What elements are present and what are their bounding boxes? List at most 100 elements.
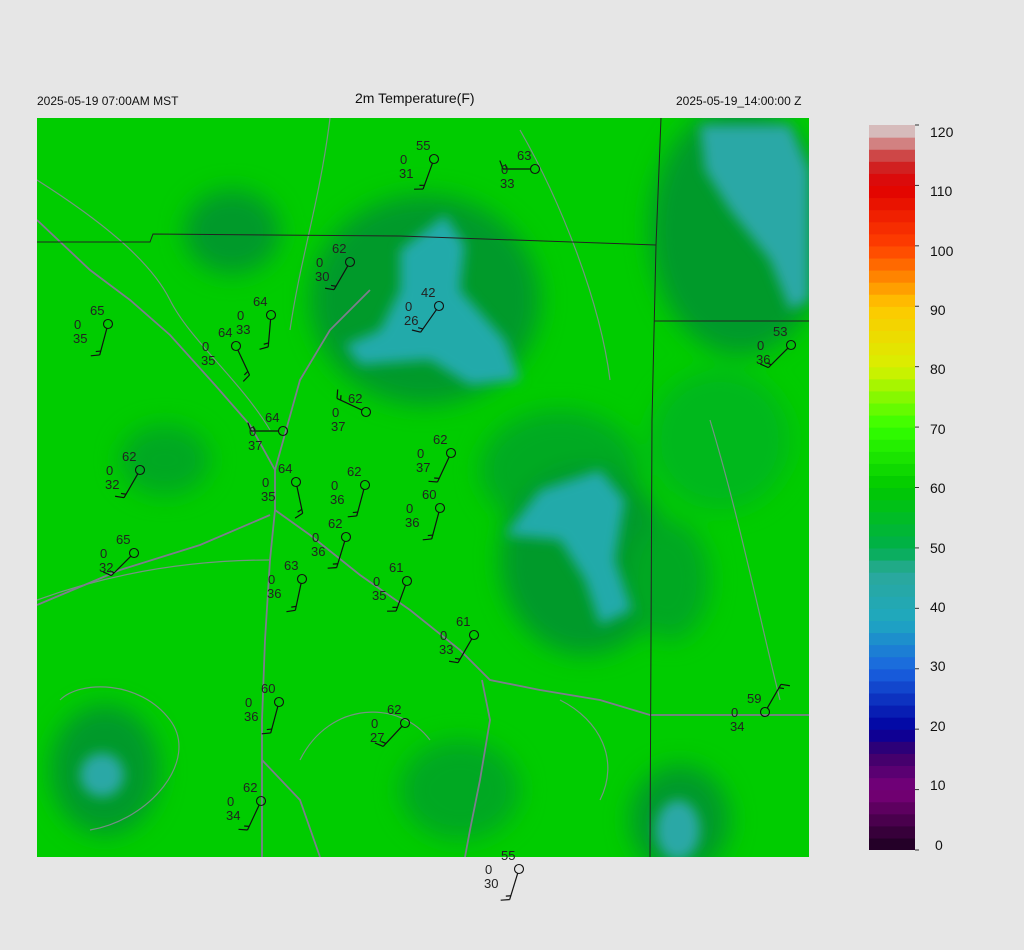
station-cloud-cover: 0: [485, 862, 492, 877]
colorbar-band: [869, 705, 915, 718]
colorbar-label-80: 80: [930, 361, 946, 377]
station-temperature: 62: [387, 702, 401, 717]
station-cloud-cover: 0: [440, 628, 447, 643]
colorbar-band: [869, 644, 915, 658]
station-temperature: 61: [456, 614, 470, 629]
station-dewpoint: 33: [236, 322, 250, 337]
colorbar-band: [869, 451, 915, 464]
wind-barb-half-flag: [427, 534, 433, 537]
colorbar-label-70: 70: [930, 421, 946, 437]
station-temperature: 55: [501, 848, 515, 863]
station-temperature: 60: [422, 487, 436, 502]
colorbar-ticks: [915, 124, 919, 851]
colorbar-band: [869, 185, 915, 199]
station-cloud-cover: 0: [262, 475, 269, 490]
station-temperature: 59: [747, 691, 761, 706]
colorbar-band: [869, 837, 915, 850]
colorbar-band: [869, 245, 915, 259]
station-dewpoint: 32: [105, 477, 119, 492]
colorbar-band: [869, 717, 915, 730]
colorbar-label-100: 100: [930, 243, 954, 259]
station-temperature: 60: [261, 681, 275, 696]
station-temperature: 62: [328, 516, 342, 531]
colorbar-band: [869, 765, 915, 779]
station-cloud-cover: 0: [268, 572, 275, 587]
wind-barb-flag: [428, 480, 438, 483]
station-temperature: 65: [90, 303, 104, 318]
colorbar-band: [869, 511, 915, 525]
colorbar-band: [869, 668, 915, 682]
colorbar-band: [869, 523, 915, 537]
colorbar-band: [869, 233, 915, 247]
station-cloud-cover: 0: [332, 405, 339, 420]
colorbar-band: [869, 197, 915, 211]
station-cloud-cover: 0: [406, 501, 413, 516]
station-dewpoint: 36: [267, 586, 281, 601]
station-dewpoint: 35: [261, 489, 275, 504]
colorbar-band: [869, 753, 915, 767]
station-dewpoint: 33: [439, 642, 453, 657]
station-dewpoint: 37: [416, 460, 430, 475]
station-dewpoint: 33: [500, 176, 514, 191]
colorbar-band: [869, 161, 915, 174]
wind-barb-flag: [500, 899, 510, 901]
colorbar-band: [869, 427, 915, 440]
colorbar-band: [869, 402, 915, 416]
station-dewpoint: 34: [730, 719, 744, 734]
colorbar-band: [869, 813, 915, 827]
station-temperature: 64: [253, 294, 267, 309]
colorbar-band: [869, 801, 915, 815]
wind-barb-half-flag: [330, 284, 337, 287]
station-temperature: 42: [421, 285, 435, 300]
colorbar-band: [869, 777, 915, 791]
colorbar-band: [869, 608, 915, 622]
station-cloud-cover: 0: [405, 299, 412, 314]
colorbar-band: [869, 499, 915, 513]
station-temperature: 62: [347, 464, 361, 479]
wind-barb-half-flag: [95, 350, 101, 353]
station-dewpoint: 36: [756, 352, 770, 367]
colorbar-label-110: 110: [930, 183, 953, 199]
station-dewpoint: 36: [311, 544, 325, 559]
colorbar-band: [869, 221, 915, 235]
wind-barb-flag: [336, 389, 339, 399]
station-temperature: 62: [348, 391, 362, 406]
colorbar-label-10: 10: [930, 777, 946, 793]
colorbar-band: [869, 137, 915, 150]
station-temperature: 62: [122, 449, 136, 464]
colorbar-band: [869, 632, 915, 646]
colorbar-band: [869, 463, 915, 477]
station-dewpoint: 35: [372, 588, 386, 603]
colorbar-band: [869, 330, 915, 344]
station-dewpoint: 36: [330, 492, 344, 507]
colorbar-band: [869, 547, 915, 561]
wind-barb-flag: [238, 828, 248, 831]
colorbar-band: [869, 173, 915, 187]
colorbar-label-0: 0: [935, 837, 943, 853]
station-cloud-cover: 0: [400, 152, 407, 167]
colorbar-band: [869, 306, 915, 319]
colorbar-band: [869, 656, 915, 670]
wind-barb-half-flag: [266, 728, 272, 731]
station-temperature: 53: [773, 324, 787, 339]
station-cloud-cover: 0: [245, 695, 252, 710]
colorbar-label-60: 60: [930, 480, 946, 496]
station-cloud-cover: 0: [316, 255, 323, 270]
colorbar-band: [869, 789, 915, 803]
colorbar-band: [869, 366, 915, 380]
station-cloud-cover: 0: [227, 794, 234, 809]
station-temperature: 62: [332, 241, 346, 256]
station-cloud-cover: 0: [202, 339, 209, 354]
colorbar-band: [869, 125, 915, 138]
colorbar-band: [869, 825, 915, 839]
station-circle: [513, 863, 525, 875]
colorbar-band: [869, 354, 915, 368]
station-temperature: 61: [389, 560, 403, 575]
colorbar-label-20: 20: [930, 718, 946, 734]
station-temperature: 63: [284, 558, 298, 573]
colorbar-label-30: 30: [930, 658, 946, 674]
station-temperature: 64: [278, 461, 292, 476]
station-cloud-cover: 0: [249, 424, 256, 439]
station-cloud-cover: 0: [501, 162, 508, 177]
station-temperature: 63: [517, 148, 531, 163]
